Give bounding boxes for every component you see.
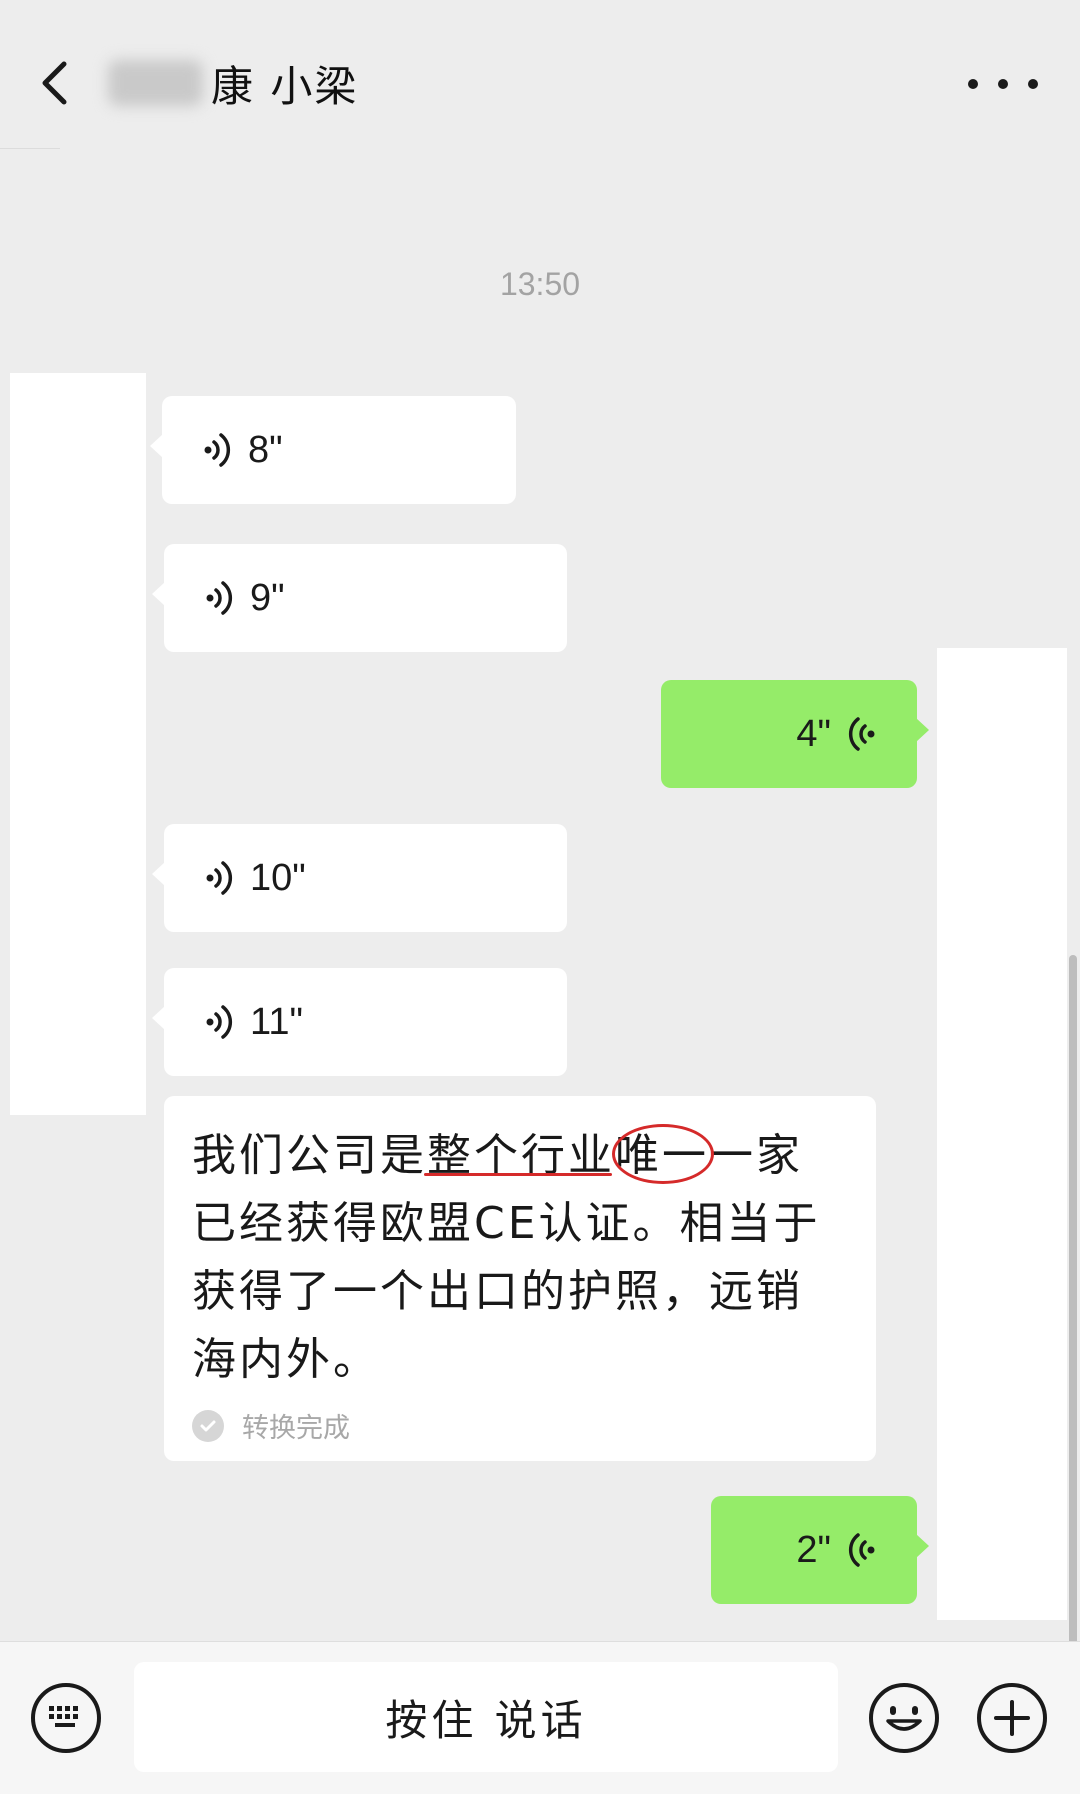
contact-name: 康 小梁: [211, 61, 359, 111]
voice-transcript-bubble[interactable]: 我们公司是整个行业唯一一家已经获得欧盟CE认证。相当于获得了一个出口的护照，远销…: [164, 1096, 876, 1461]
check-circle-icon: [192, 1409, 224, 1442]
scrollbar[interactable]: [1069, 955, 1077, 1645]
voice-duration: 8": [248, 428, 283, 471]
more-functions-button[interactable]: [977, 1683, 1047, 1753]
voice-duration: 10": [250, 856, 306, 899]
voice-wave-icon: [206, 581, 233, 615]
keyboard-icon: [49, 1706, 78, 1727]
divider: [0, 148, 60, 149]
input-bar: 按住 说话: [0, 1641, 1080, 1794]
hold-to-talk-button[interactable]: 按住 说话: [134, 1662, 838, 1772]
voice-wave-icon: [206, 1005, 233, 1039]
smiley-icon: [886, 1706, 922, 1731]
avatar-redaction-right: [937, 648, 1067, 1620]
voice-message-received[interactable]: 11": [152, 968, 567, 1076]
chat-title: 康 小梁: [108, 50, 358, 116]
red-circle-annotation: [612, 1124, 714, 1184]
red-underline-annotation: [424, 1173, 612, 1176]
message-timestamp: 13:50: [499, 266, 581, 302]
conversion-status: 转换完成: [192, 1406, 848, 1445]
blurred-name: [108, 60, 203, 106]
keyboard-button[interactable]: [31, 1683, 101, 1753]
more-button[interactable]: [968, 62, 1038, 106]
voice-wave-icon: [848, 1533, 875, 1567]
voice-duration: 4": [796, 712, 831, 755]
voice-duration: 2": [796, 1528, 831, 1571]
conversion-status-label: 转换完成: [242, 1413, 350, 1444]
plus-icon: [994, 1700, 1030, 1736]
voice-message-received[interactable]: 10": [152, 824, 567, 932]
avatar-redaction-left: [10, 373, 146, 1115]
voice-wave-icon: [206, 861, 233, 895]
voice-duration: 11": [250, 1000, 303, 1043]
emoji-button[interactable]: [869, 1683, 939, 1753]
voice-wave-icon: [204, 433, 231, 467]
transcript-text: 我们公司是整个行业唯一一家已经获得欧盟CE认证。相当于获得了一个出口的护照，远销…: [192, 1130, 821, 1385]
more-dot-icon: [968, 79, 978, 89]
voice-message-received[interactable]: 8": [150, 396, 516, 504]
voice-message-sent[interactable]: 2": [711, 1496, 929, 1604]
voice-message-sent[interactable]: 4": [661, 680, 929, 788]
voice-duration: 9": [250, 576, 285, 619]
chat-header: 康 小梁: [0, 0, 1080, 150]
back-button[interactable]: [30, 50, 90, 116]
more-dot-icon: [1028, 79, 1038, 89]
voice-message-received[interactable]: 9": [152, 544, 567, 652]
more-dot-icon: [998, 79, 1008, 89]
chevron-left-icon: [42, 61, 67, 105]
voice-wave-icon: [848, 717, 875, 751]
